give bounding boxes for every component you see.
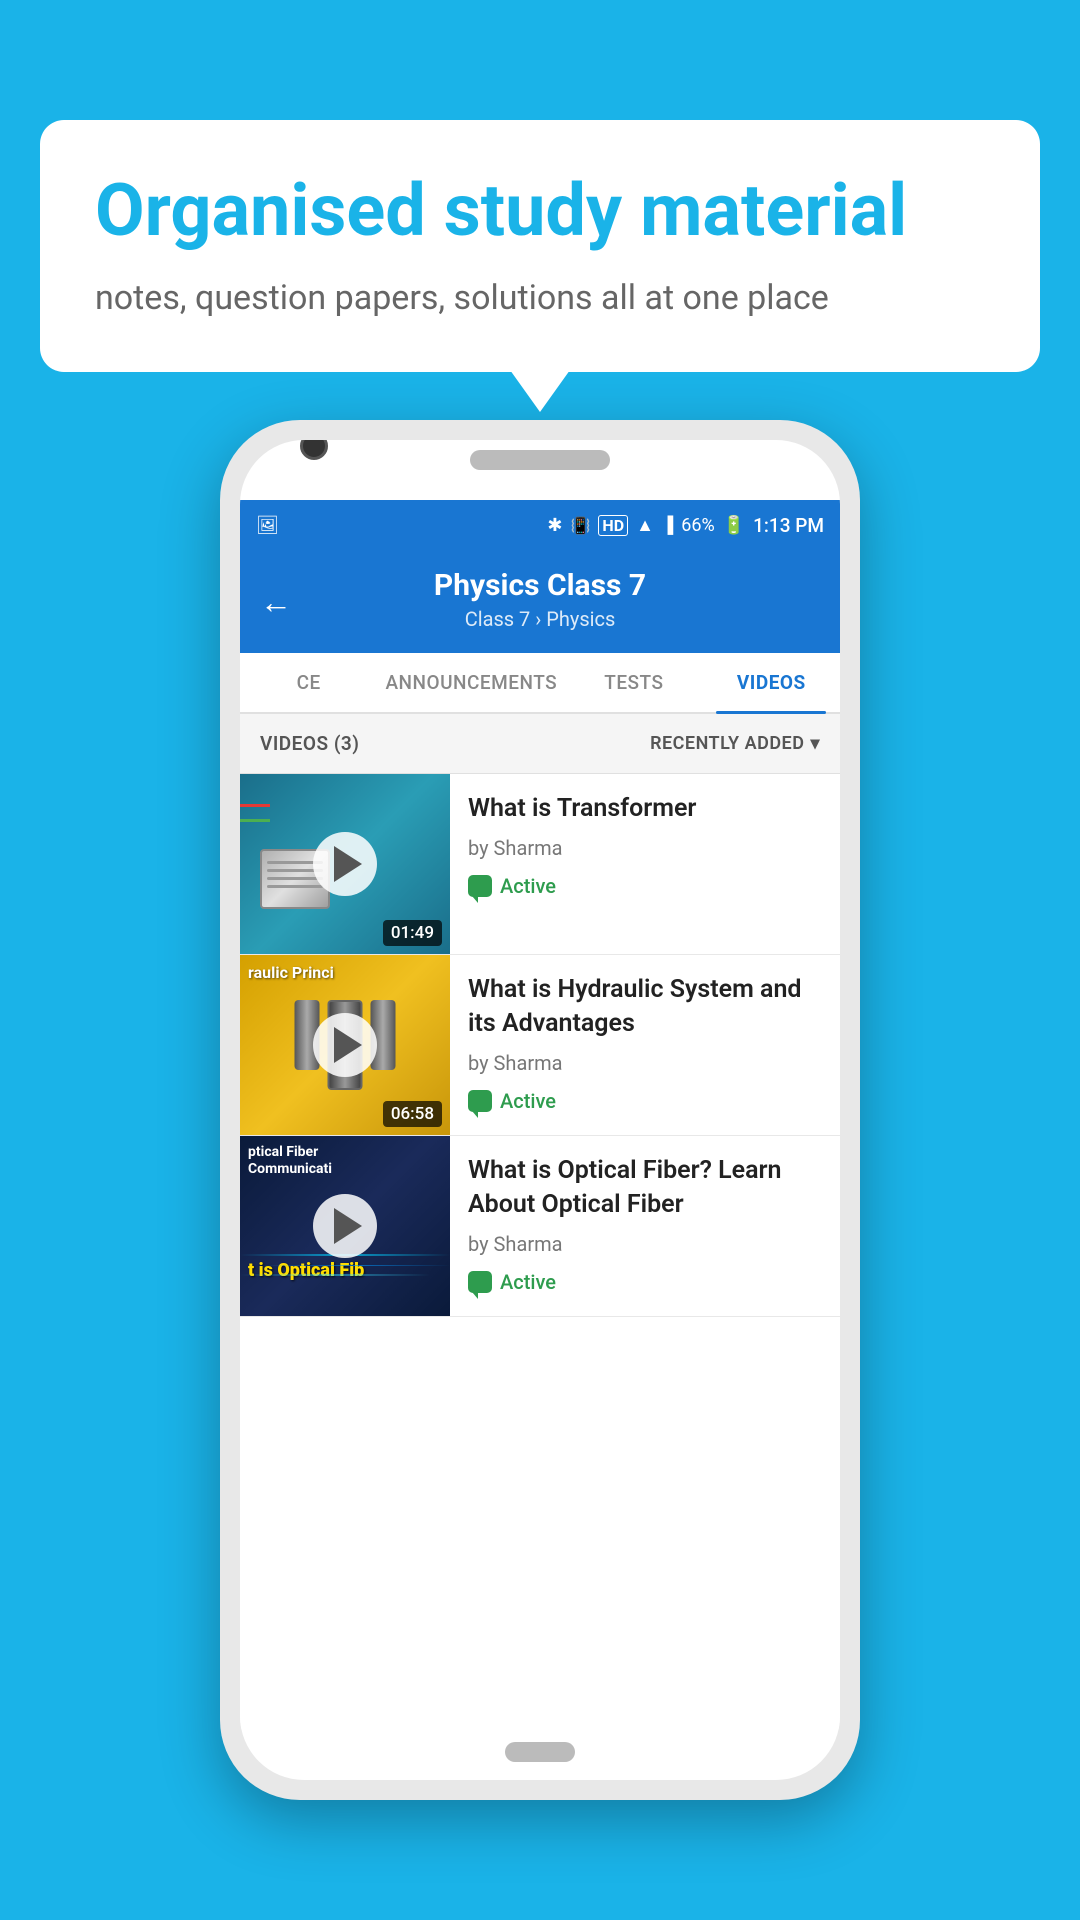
video-info-2: What is Hydraulic System and its Advanta… — [450, 955, 840, 1135]
sort-label: RECENTLY ADDED — [650, 733, 804, 754]
video-thumbnail-optical: ptical Fiber Communicati t is Optical Fi… — [240, 1136, 450, 1316]
header-title: Physics Class 7 — [260, 568, 820, 603]
list-header: VIDEOS (3) RECENTLY ADDED ▾ — [240, 714, 840, 774]
status-text-1: Active — [500, 874, 556, 898]
video-title-1: What is Transformer — [468, 792, 822, 826]
header-breadcrumb: Class 7 › Physics — [260, 607, 820, 631]
breadcrumb-sep: › — [535, 607, 546, 631]
bubble-title: Organised study material — [95, 170, 985, 253]
video-thumbnail-transformer: 01:49 — [240, 774, 450, 954]
video-author-1: by Sharma — [468, 836, 822, 860]
bubble-subtitle: notes, question papers, solutions all at… — [95, 275, 985, 323]
duration-badge-2: 06:58 — [383, 1101, 442, 1127]
hydraulic-thumb-label: raulic Princi — [248, 963, 334, 982]
image-icon: 🖼 — [256, 515, 279, 536]
video-item-2[interactable]: raulic Princi 06:58 What i — [240, 955, 840, 1136]
battery-percent: 66% — [681, 515, 714, 536]
play-button-2[interactable] — [313, 1013, 377, 1077]
tab-videos[interactable]: VIDEOS — [703, 653, 840, 712]
chat-icon-3 — [468, 1271, 492, 1293]
tab-bar: CE ANNOUNCEMENTS TESTS VIDEOS — [240, 653, 840, 714]
video-status-3: Active — [468, 1270, 822, 1294]
front-camera — [300, 440, 328, 460]
tab-tests[interactable]: TESTS — [565, 653, 702, 712]
screen: 🖼 ✱ 📳 HD ▲ ▐ 66% 🔋 1:13 PM ← Physics Cla… — [240, 500, 840, 1730]
fiber-line-2 — [260, 1265, 450, 1266]
video-title-2: What is Hydraulic System and its Advanta… — [468, 973, 822, 1041]
breadcrumb-class: Class 7 — [465, 607, 531, 631]
fiber-line-3 — [240, 1274, 430, 1276]
video-item-3[interactable]: ptical Fiber Communicati t is Optical Fi… — [240, 1136, 840, 1317]
video-title-3: What is Optical Fiber? Learn About Optic… — [468, 1154, 822, 1222]
tab-announcements[interactable]: ANNOUNCEMENTS — [377, 653, 565, 712]
chat-icon-1 — [468, 875, 492, 897]
duration-badge-1: 01:49 — [383, 920, 442, 946]
hd-badge: HD — [598, 515, 628, 536]
status-text-2: Active — [500, 1089, 556, 1113]
phone-inner: 🖼 ✱ 📳 HD ▲ ▐ 66% 🔋 1:13 PM ← Physics Cla… — [240, 440, 840, 1780]
video-status-2: Active — [468, 1089, 822, 1113]
vibrate-icon: 📳 — [570, 516, 590, 535]
optical-thumb-label-top: ptical Fiber Communicati — [248, 1144, 388, 1178]
video-thumbnail-hydraulic: raulic Princi 06:58 — [240, 955, 450, 1135]
video-author-2: by Sharma — [468, 1051, 822, 1075]
status-bar: 🖼 ✱ 📳 HD ▲ ▐ 66% 🔋 1:13 PM — [240, 500, 840, 550]
video-info-3: What is Optical Fiber? Learn About Optic… — [450, 1136, 840, 1316]
play-button-1[interactable] — [313, 832, 377, 896]
battery-icon: 🔋 — [723, 515, 745, 536]
signal-icon: ▐ — [662, 515, 673, 535]
chevron-down-icon: ▾ — [810, 733, 820, 754]
breadcrumb-subject: Physics — [546, 607, 615, 631]
time-display: 1:13 PM — [753, 514, 824, 537]
chat-icon-2 — [468, 1090, 492, 1112]
status-text-3: Active — [500, 1270, 556, 1294]
sort-button[interactable]: RECENTLY ADDED ▾ — [650, 733, 820, 754]
phone-speaker — [470, 450, 610, 470]
bluetooth-icon: ✱ — [547, 515, 562, 536]
wire-green — [240, 819, 270, 822]
video-status-1: Active — [468, 874, 822, 898]
status-left: 🖼 — [256, 515, 279, 536]
phone-mockup: 🖼 ✱ 📳 HD ▲ ▐ 66% 🔋 1:13 PM ← Physics Cla… — [220, 420, 860, 1800]
app-header: ← Physics Class 7 Class 7 › Physics — [240, 550, 840, 653]
wifi-icon: ▲ — [636, 515, 654, 536]
play-button-3[interactable] — [313, 1194, 377, 1258]
speech-bubble: Organised study material notes, question… — [40, 120, 1040, 372]
wire-red — [240, 804, 270, 807]
video-item[interactable]: 01:49 What is Transformer by Sharma Acti… — [240, 774, 840, 955]
video-info-1: What is Transformer by Sharma Active — [450, 774, 840, 954]
video-author-3: by Sharma — [468, 1232, 822, 1256]
back-button[interactable]: ← — [260, 583, 292, 621]
tab-ce[interactable]: CE — [240, 653, 377, 712]
video-count: VIDEOS (3) — [260, 732, 359, 755]
speech-bubble-container: Organised study material notes, question… — [40, 120, 1040, 372]
phone-home-button — [505, 1742, 575, 1762]
status-right: ✱ 📳 HD ▲ ▐ 66% 🔋 1:13 PM — [547, 514, 824, 537]
